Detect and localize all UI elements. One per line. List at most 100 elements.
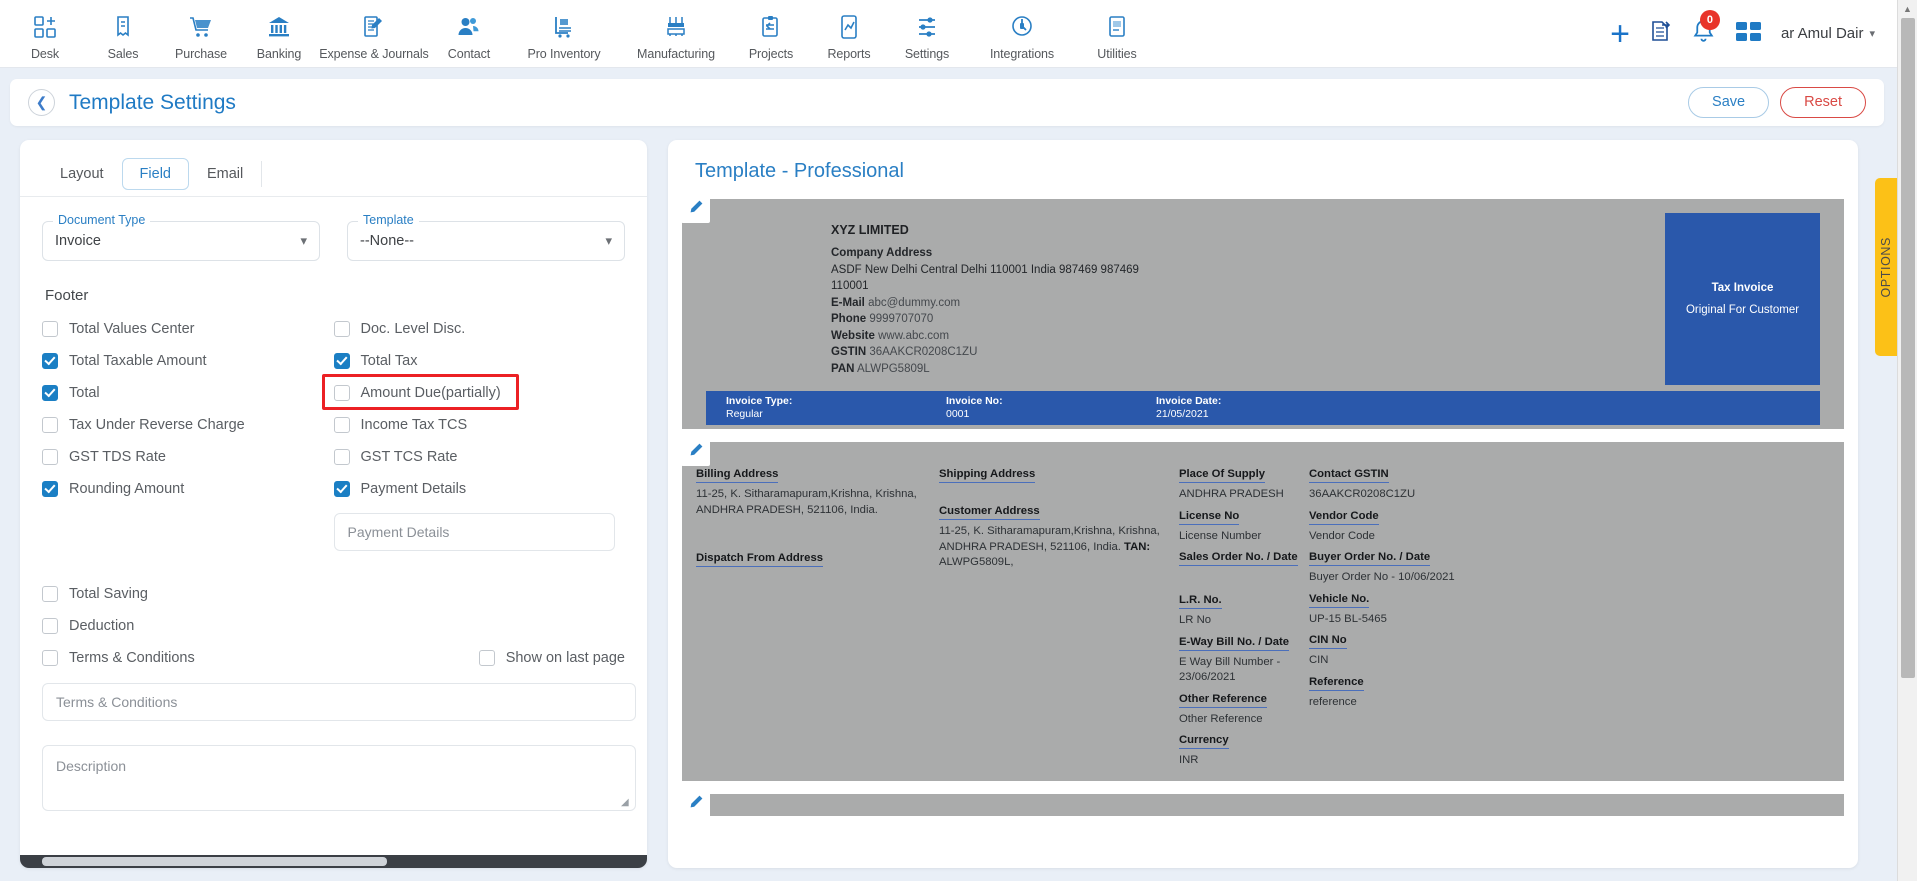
checkbox-deduction[interactable] xyxy=(42,617,58,634)
nav-item-pro-inventory[interactable]: Pro Inventory xyxy=(508,6,620,61)
tab-layout[interactable]: Layout xyxy=(42,158,122,190)
desk-icon xyxy=(32,12,58,42)
checkbox-label: Rounding Amount xyxy=(69,480,185,497)
reset-button[interactable]: Reset xyxy=(1780,86,1866,119)
edit-details-pencil-icon[interactable] xyxy=(681,434,710,466)
checkbox-row-income-tax-tcs[interactable]: Income Tax TCS xyxy=(333,412,626,437)
checkbox-income-tax-tcs[interactable] xyxy=(333,416,350,433)
checkbox-show-on-last-page[interactable] xyxy=(478,649,495,666)
user-name-label: ar Amul Dair xyxy=(1780,25,1864,42)
contact-gstin-label: Contact GSTIN xyxy=(1309,468,1389,483)
checkbox-gst-tds-rate[interactable] xyxy=(42,448,58,465)
tan-value: ALWPG5809L, xyxy=(939,556,1014,568)
tax-invoice-title: Tax Invoice xyxy=(1711,282,1774,294)
add-new-button[interactable]: + xyxy=(1610,17,1630,51)
checkbox-row-total-saving[interactable]: Total Saving xyxy=(42,581,625,606)
checkbox-row-total-taxable-amount[interactable]: Total Taxable Amount xyxy=(42,348,334,373)
checkbox-gst-tcs-rate[interactable] xyxy=(333,448,350,465)
nav-item-integrations[interactable]: Integrations xyxy=(966,6,1078,61)
place-of-supply-label: Place Of Supply xyxy=(1179,468,1266,483)
apps-grid-icon[interactable] xyxy=(1734,18,1764,49)
nav-label-banking: Banking xyxy=(256,47,302,61)
page-scrollbar-thumb[interactable] xyxy=(1901,18,1915,678)
invoice-summary-bar: Invoice Type: Regular Invoice No: 0001 I… xyxy=(706,391,1820,425)
nav-item-projects[interactable]: Projects xyxy=(732,6,810,61)
nav-item-manufacturing[interactable]: Manufacturing xyxy=(620,6,732,61)
scrollbar-thumb[interactable] xyxy=(42,857,387,866)
nav-label-desk: Desk xyxy=(30,47,60,61)
nav-item-purchase[interactable]: Purchase xyxy=(162,6,240,61)
back-button[interactable]: ❮ xyxy=(28,89,55,116)
nav-item-contact[interactable]: Contact xyxy=(430,6,508,61)
horizontal-scrollbar[interactable] xyxy=(20,855,647,868)
save-button[interactable]: Save xyxy=(1688,86,1770,119)
payment-details-input[interactable]: Payment Details xyxy=(333,513,615,551)
checkbox-row-gst-tcs-rate[interactable]: GST TCS Rate xyxy=(333,444,626,469)
checkbox-label: Total Values Center xyxy=(69,320,195,337)
utilities-icon xyxy=(1104,12,1130,42)
checkbox-doc-level-disc[interactable] xyxy=(333,320,350,337)
checkbox-row-total-values-center[interactable]: Total Values Center xyxy=(42,316,334,341)
checkbox-total-taxable-amount[interactable] xyxy=(42,352,58,369)
description-input[interactable]: Description ◢ xyxy=(42,745,636,811)
tan-label: TAN: xyxy=(1124,540,1151,553)
tab-separator xyxy=(261,161,263,187)
tab-email[interactable]: Email xyxy=(189,158,261,190)
nav-item-utilities[interactable]: Utilities xyxy=(1078,6,1156,61)
import-export-icon[interactable] xyxy=(1647,18,1673,49)
nav-item-reports[interactable]: Reports xyxy=(810,6,888,61)
company-gstin-value: 36AAKCR0208C1ZU xyxy=(869,346,978,358)
shipping-address-column: Shipping Address Customer Address 11-25,… xyxy=(939,464,1179,777)
checkbox-row-show-on-last-page[interactable]: Show on last page xyxy=(478,649,625,666)
footer-checkbox-column-right: Doc. Level Disc. Total Tax Amount Due(pa… xyxy=(321,316,626,551)
edit-header-pencil-icon[interactable] xyxy=(681,191,710,223)
checkbox-row-payment-details[interactable]: Payment Details xyxy=(333,476,626,501)
checkbox-row-terms-conditions[interactable]: Terms & Conditions Show on last page xyxy=(42,645,625,670)
page-vertical-scrollbar[interactable]: ▲ xyxy=(1897,0,1917,881)
scroll-up-arrow-icon[interactable]: ▲ xyxy=(1898,0,1917,18)
checkbox-row-total[interactable]: Total xyxy=(42,380,334,405)
invoice-type-label: Invoice Type: xyxy=(726,395,793,407)
checkbox-tax-under-reverse-charge[interactable] xyxy=(42,416,58,433)
checkbox-row-rounding-amount[interactable]: Rounding Amount xyxy=(42,476,334,501)
nav-item-expense-journals[interactable]: Expense & Journals xyxy=(318,6,430,61)
checkbox-amount-due-partially[interactable] xyxy=(333,384,350,401)
checkbox-total-tax[interactable] xyxy=(333,352,350,369)
checkbox-total-saving[interactable] xyxy=(42,585,58,602)
checkbox-payment-details[interactable] xyxy=(333,480,350,497)
checkbox-total-values-center[interactable] xyxy=(42,320,58,337)
checkbox-row-amount-due-partially[interactable]: Amount Due(partially) xyxy=(321,374,626,410)
edit-items-pencil-icon[interactable] xyxy=(681,785,710,818)
shipping-line1: 11-25, K. Sitharamapuram,Krishna, Krishn… xyxy=(939,525,1160,537)
document-type-select[interactable]: Invoice ▾ xyxy=(42,221,320,261)
template-select[interactable]: --None-- ▾ xyxy=(347,221,625,261)
tab-field[interactable]: Field xyxy=(121,158,189,190)
resize-handle-icon[interactable]: ◢ xyxy=(621,797,631,808)
company-info-column: XYZ LIMITED Company Address ASDF New Del… xyxy=(706,213,1139,385)
checkbox-total[interactable] xyxy=(42,384,58,401)
checkbox-row-deduction[interactable]: Deduction xyxy=(42,613,625,638)
checkbox-label: Total Tax xyxy=(360,352,418,369)
user-menu[interactable]: ar Amul Dair ▾ xyxy=(1781,25,1875,42)
template-field: Template --None-- ▾ xyxy=(347,213,625,261)
vendor-code-label: Vendor Code xyxy=(1309,510,1379,525)
nav-item-settings[interactable]: Settings xyxy=(888,6,966,61)
checkbox-row-tax-under-reverse-charge[interactable]: Tax Under Reverse Charge xyxy=(42,412,334,437)
options-side-tab[interactable]: OPTIONS xyxy=(1875,178,1897,356)
checkbox-terms-conditions[interactable] xyxy=(42,649,58,666)
nav-item-banking[interactable]: Banking xyxy=(240,6,318,61)
notifications-bell[interactable]: 0 xyxy=(1690,9,1720,50)
checkbox-row-doc-level-disc[interactable]: Doc. Level Disc. xyxy=(333,316,626,341)
checkbox-rounding-amount[interactable] xyxy=(42,480,58,497)
reference-label: Reference xyxy=(1309,676,1364,691)
company-address-label: Company Address xyxy=(831,245,1139,262)
terms-conditions-input[interactable]: Terms & Conditions xyxy=(42,683,636,721)
checkbox-row-total-tax[interactable]: Total Tax xyxy=(333,348,626,373)
company-name: XYZ LIMITED xyxy=(831,223,909,237)
customer-address-label: Customer Address xyxy=(939,505,1040,520)
footer-section-title: Footer xyxy=(45,287,89,304)
nav-label-pro-inventory: Pro Inventory xyxy=(527,47,601,61)
checkbox-row-gst-tds-rate[interactable]: GST TDS Rate xyxy=(42,444,334,469)
nav-item-sales[interactable]: Sales xyxy=(84,6,162,61)
nav-item-desk[interactable]: Desk xyxy=(6,6,84,61)
